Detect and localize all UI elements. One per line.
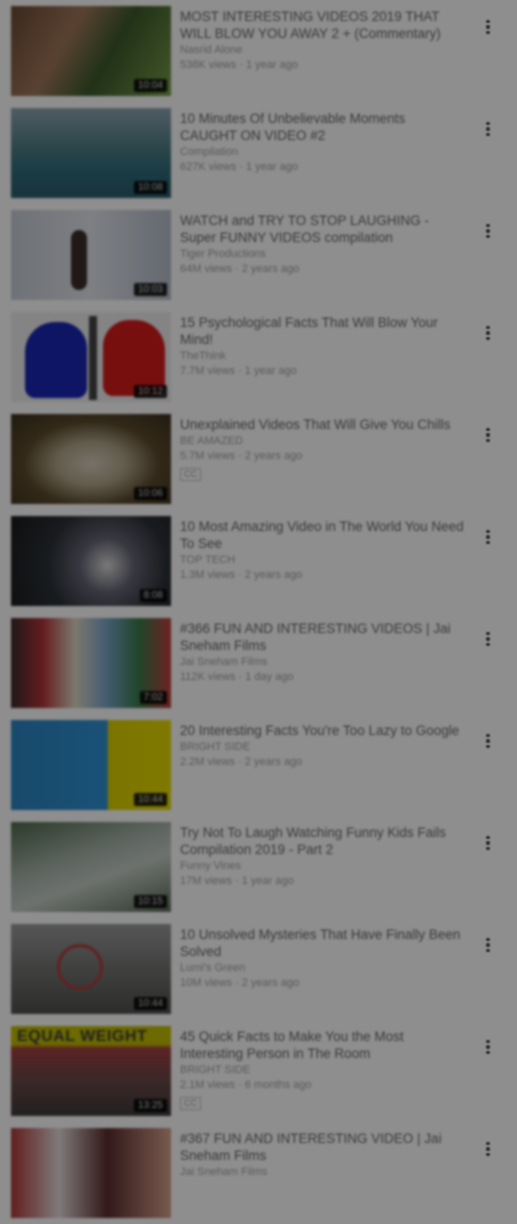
channel-name[interactable]: BE AMAZED	[180, 434, 465, 449]
more-vert-icon[interactable]	[480, 218, 496, 244]
duration-badge: 10:15	[133, 895, 167, 908]
video-title[interactable]: 15 Psychological Facts That Will Blow Yo…	[180, 314, 465, 348]
video-title[interactable]: 20 Interesting Facts You're Too Lazy to …	[180, 722, 465, 739]
video-meta: 7.7M views · 1 year ago	[180, 365, 297, 377]
video-title[interactable]: 45 Quick Facts to Make You the Most Inte…	[180, 1028, 465, 1062]
more-vert-icon[interactable]	[480, 626, 496, 652]
more-vert-icon[interactable]	[480, 524, 496, 550]
thumbnail-caption: EQUAL WEIGHT	[17, 1028, 148, 1045]
more-vert-icon[interactable]	[480, 1034, 496, 1060]
cc-badge: CC	[180, 468, 201, 481]
channel-name[interactable]: TOP TECH	[180, 553, 465, 568]
video-title[interactable]: 10 Unsolved Mysteries That Have Finally …	[180, 926, 465, 960]
list-item[interactable]: 8:08 10 Most Amazing Video in The World …	[0, 510, 517, 612]
channel-name[interactable]: Jai Sneham Films	[180, 655, 465, 670]
video-thumbnail[interactable]: EQUAL WEIGHT 13:25	[11, 1026, 171, 1116]
video-meta: 10M views · 2 years ago	[180, 977, 300, 989]
duration-badge: 10:06	[133, 487, 167, 500]
video-title[interactable]: Try Not To Laugh Watching Funny Kids Fai…	[180, 824, 465, 858]
video-thumbnail[interactable]: 10:06	[11, 414, 171, 504]
video-thumbnail[interactable]: 10:08	[11, 108, 171, 198]
more-vert-icon[interactable]	[480, 830, 496, 856]
video-meta: 627K views · 1 year ago	[180, 161, 299, 173]
video-thumbnail[interactable]: 10:03	[11, 210, 171, 300]
channel-name[interactable]: BRIGHT SIDE	[180, 1063, 465, 1078]
more-vert-icon[interactable]	[480, 320, 496, 346]
list-item[interactable]: #367 FUN AND INTERESTING VIDEO | Jai Sne…	[0, 1122, 517, 1224]
video-title[interactable]: WATCH and TRY TO STOP LAUGHING - Super F…	[180, 212, 465, 246]
video-thumbnail[interactable]: 8:08	[11, 516, 171, 606]
video-title[interactable]: 10 Minutes Of Unbelievable Moments CAUGH…	[180, 110, 465, 144]
video-title[interactable]: #367 FUN AND INTERESTING VIDEO | Jai Sne…	[180, 1130, 465, 1164]
video-meta: 5.7M views · 2 years ago	[180, 450, 303, 462]
duration-badge: 7:02	[139, 691, 167, 704]
list-item[interactable]: 10:03 WATCH and TRY TO STOP LAUGHING - S…	[0, 204, 517, 306]
duration-badge: 10:03	[133, 283, 167, 296]
video-meta: 112K views · 1 day ago	[180, 671, 294, 683]
channel-name[interactable]: BRIGHT SIDE	[180, 740, 465, 755]
video-meta: 64M views · 2 years ago	[180, 263, 300, 275]
more-vert-icon[interactable]	[480, 116, 496, 142]
more-vert-icon[interactable]	[480, 728, 496, 754]
more-vert-icon[interactable]	[480, 1136, 496, 1162]
video-meta: 538K views · 1 year ago	[180, 59, 299, 71]
channel-name[interactable]: Tiger Productions	[180, 247, 465, 262]
video-thumbnail[interactable]: 10:44	[11, 720, 171, 810]
more-vert-icon[interactable]	[480, 932, 496, 958]
channel-name[interactable]: Lumi's Green	[180, 961, 465, 976]
list-item[interactable]: 10:44 10 Unsolved Mysteries That Have Fi…	[0, 918, 517, 1020]
channel-name[interactable]: Compilation	[180, 145, 465, 160]
list-item[interactable]: 10:06 Unexplained Videos That Will Give …	[0, 408, 517, 510]
duration-badge: 13:25	[133, 1099, 167, 1112]
duration-badge: 10:44	[133, 793, 167, 806]
list-item[interactable]: 10:08 10 Minutes Of Unbelievable Moments…	[0, 102, 517, 204]
more-vert-icon[interactable]	[480, 14, 496, 40]
video-thumbnail[interactable]: 10:04	[11, 6, 171, 96]
video-meta: 2.1M views · 6 months ago	[180, 1079, 312, 1091]
more-vert-icon[interactable]	[480, 422, 496, 448]
list-item[interactable]: 7:02 #366 FUN AND INTERESTING VIDEOS | J…	[0, 612, 517, 714]
video-thumbnail[interactable]: 10:15	[11, 822, 171, 912]
video-thumbnail[interactable]: 10:44	[11, 924, 171, 1014]
list-item[interactable]: 10:15 Try Not To Laugh Watching Funny Ki…	[0, 816, 517, 918]
duration-badge: 10:44	[133, 997, 167, 1010]
video-title[interactable]: 10 Most Amazing Video in The World You N…	[180, 518, 465, 552]
duration-badge: 10:04	[133, 79, 167, 92]
video-list: 10:04 MOST INTERESTING VIDEOS 2019 THAT …	[0, 0, 517, 1224]
list-item[interactable]: 10:44 20 Interesting Facts You're Too La…	[0, 714, 517, 816]
channel-name[interactable]: TheThink	[180, 349, 465, 364]
duration-badge: 8:08	[139, 589, 167, 602]
video-meta: 1.3M views · 2 years ago	[180, 569, 303, 581]
channel-name[interactable]: Nasrid Alone	[180, 43, 465, 58]
channel-name[interactable]: Funny Vines	[180, 859, 465, 874]
list-item[interactable]: 10:04 MOST INTERESTING VIDEOS 2019 THAT …	[0, 0, 517, 102]
video-title[interactable]: MOST INTERESTING VIDEOS 2019 THAT WILL B…	[180, 8, 465, 42]
list-item[interactable]: 10:12 15 Psychological Facts That Will B…	[0, 306, 517, 408]
cc-badge: CC	[180, 1097, 201, 1110]
duration-badge: 10:08	[133, 181, 167, 194]
duration-badge: 10:12	[133, 385, 167, 398]
video-meta: 17M views · 1 year ago	[180, 875, 294, 887]
video-meta: 2.2M views · 2 years ago	[180, 756, 303, 768]
list-item[interactable]: EQUAL WEIGHT 13:25 45 Quick Facts to Mak…	[0, 1020, 517, 1122]
video-thumbnail[interactable]	[11, 1128, 171, 1218]
video-title[interactable]: Unexplained Videos That Will Give You Ch…	[180, 416, 465, 433]
video-thumbnail[interactable]: 10:12	[11, 312, 171, 402]
video-thumbnail[interactable]: 7:02	[11, 618, 171, 708]
video-title[interactable]: #366 FUN AND INTERESTING VIDEOS | Jai Sn…	[180, 620, 465, 654]
